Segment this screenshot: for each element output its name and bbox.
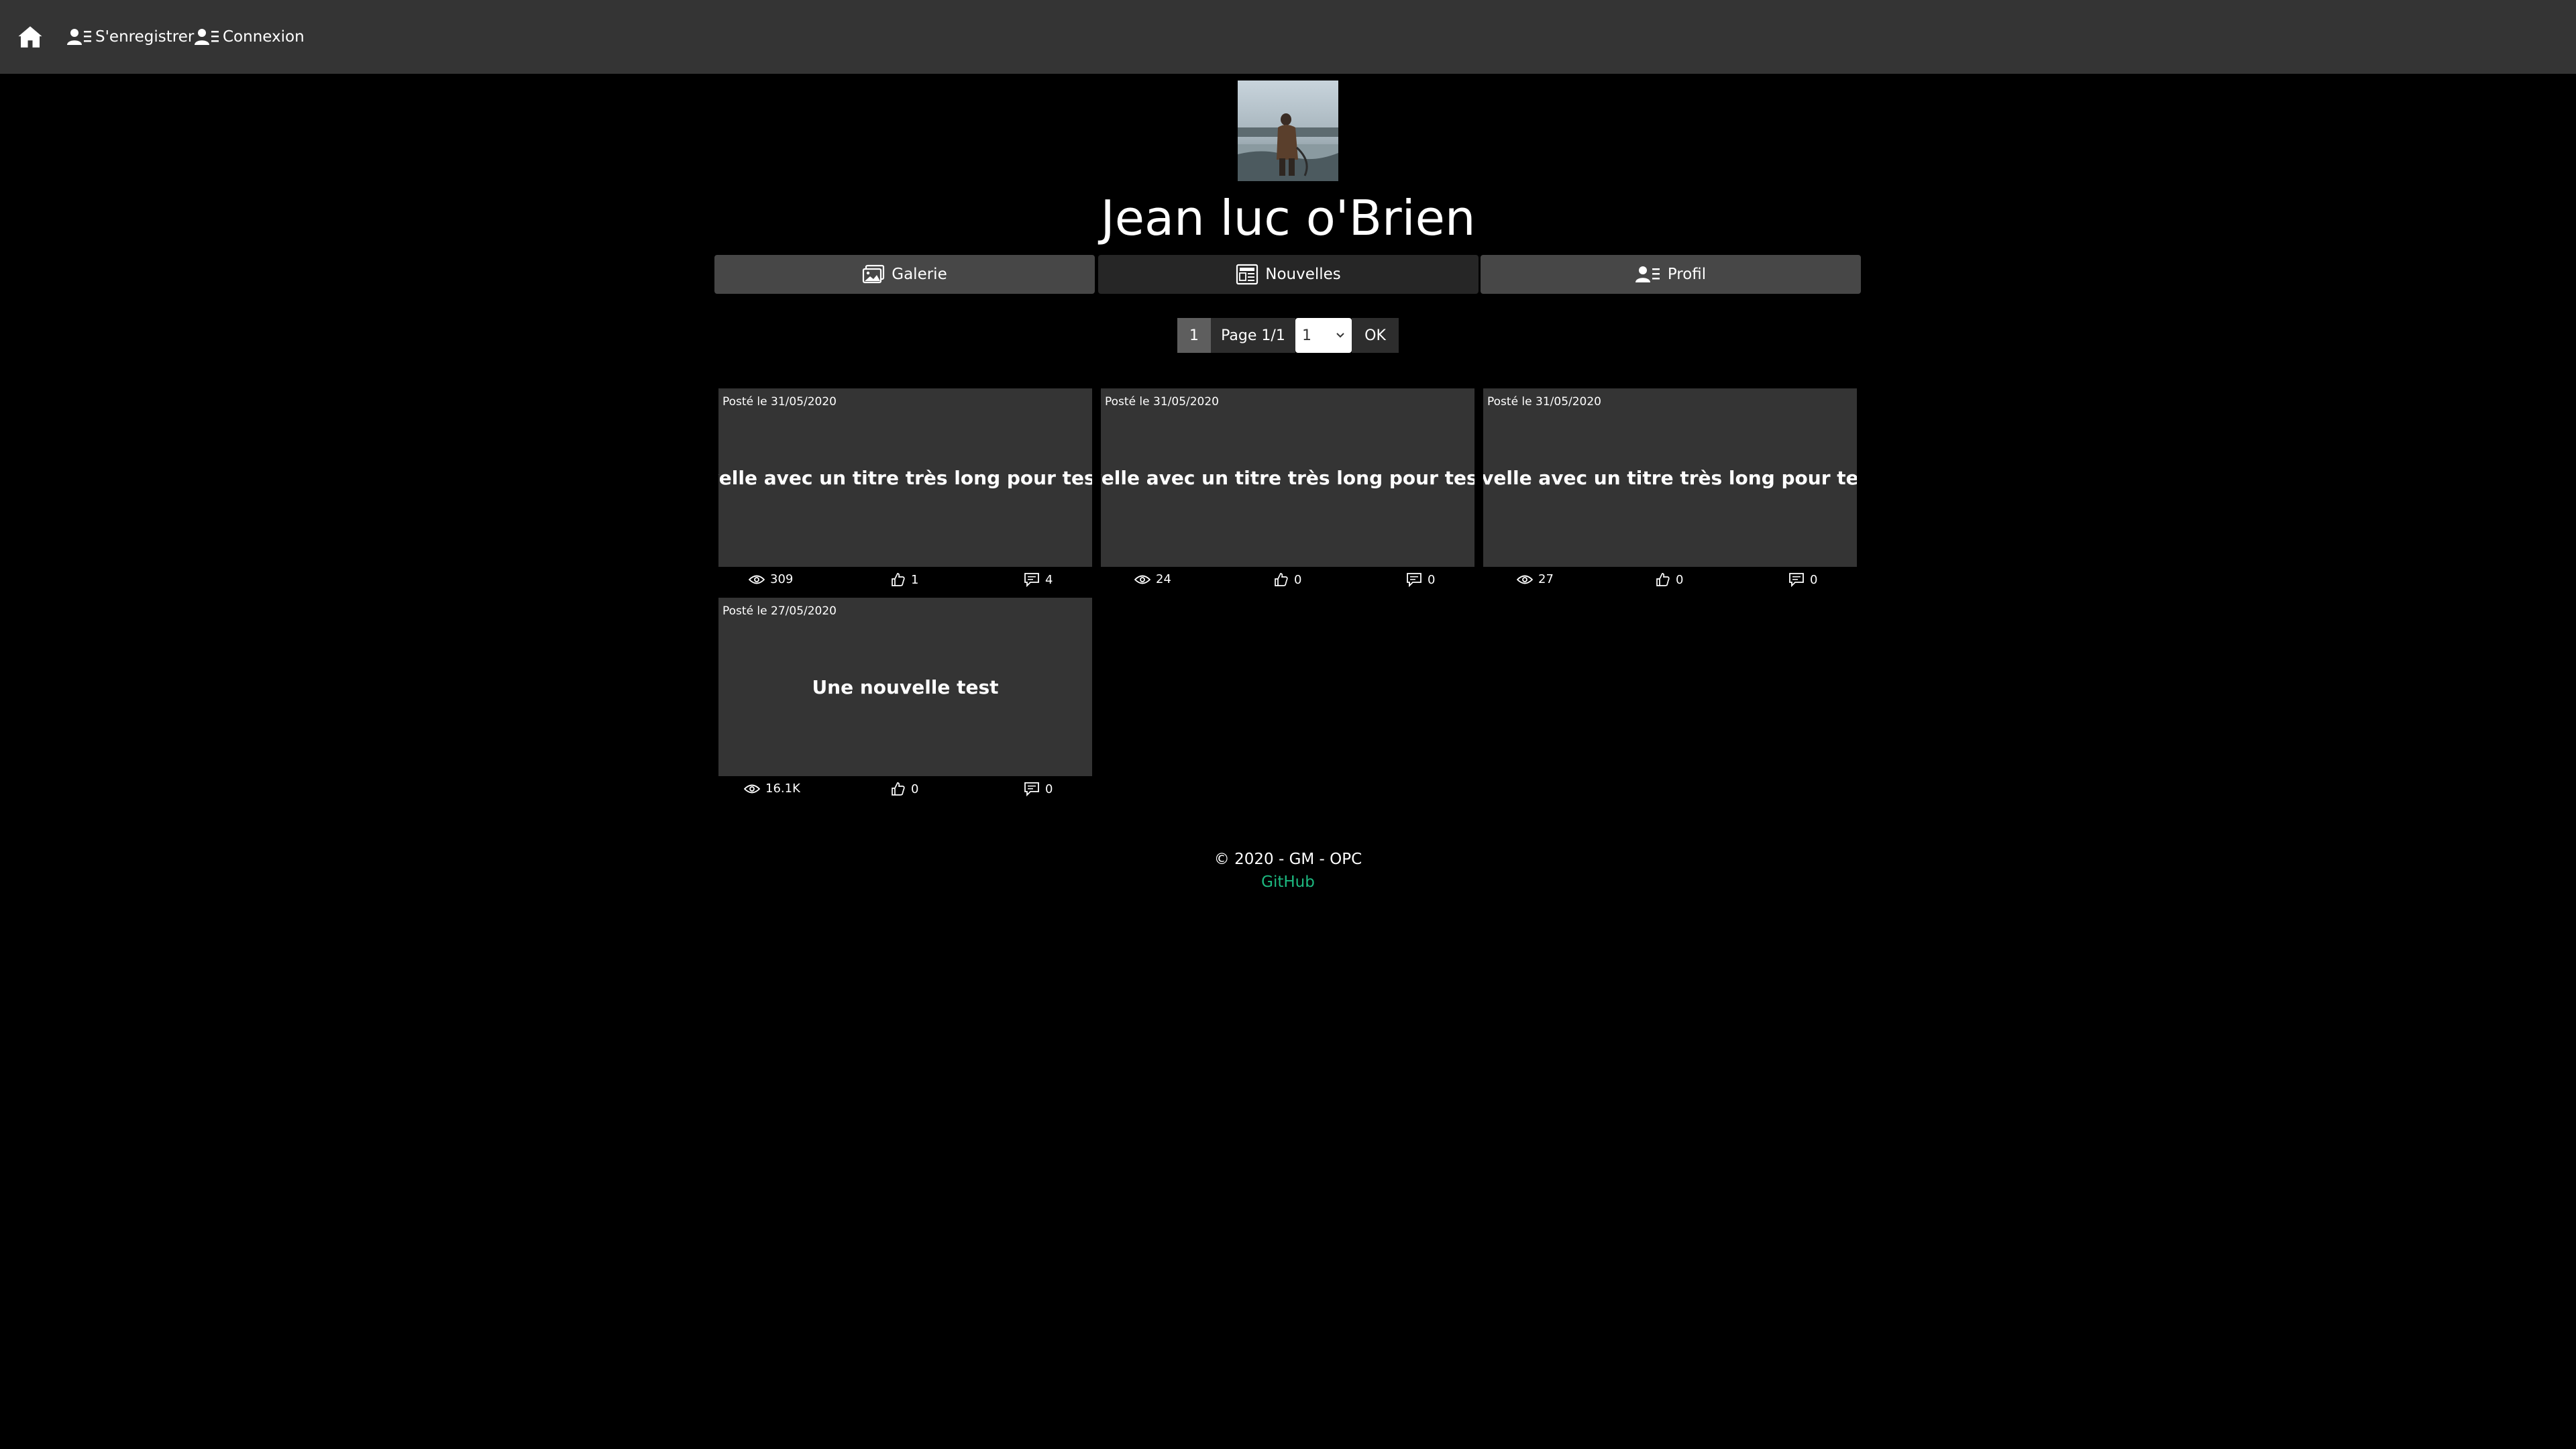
likes-count: 1 bbox=[911, 572, 919, 587]
comment-icon bbox=[1789, 573, 1804, 587]
news-title: Nouvelle avec un titre très long pour te… bbox=[1483, 466, 1857, 489]
comment-icon bbox=[1024, 573, 1039, 587]
page-select[interactable]: 1 bbox=[1295, 318, 1352, 353]
news-card-body[interactable]: Une nouvelle test Posté le 27/05/2020 bbox=[718, 598, 1092, 776]
news-date: Posté le 27/05/2020 bbox=[722, 604, 837, 618]
gallery-icon bbox=[863, 264, 885, 284]
footer: © 2020 - GM - OPC GitHub bbox=[1087, 848, 1489, 894]
tab-profil-label: Profil bbox=[1667, 266, 1707, 283]
views-stat: 24 bbox=[1134, 572, 1171, 586]
tab-galerie-label: Galerie bbox=[892, 266, 947, 283]
news-card[interactable]: Nouvelle avec un titre très long pour te… bbox=[1101, 388, 1474, 592]
user-card-icon bbox=[1635, 266, 1660, 282]
comments-stat: 0 bbox=[1406, 572, 1435, 587]
likes-stat: 0 bbox=[891, 782, 918, 796]
pagination: 1 Page 1/1 1 OK bbox=[1177, 318, 1399, 353]
avatar bbox=[1238, 80, 1338, 181]
comments-stat: 4 bbox=[1024, 572, 1053, 587]
likes-count: 0 bbox=[911, 782, 919, 796]
news-card-body[interactable]: Nouvelle avec un titre très long pour te… bbox=[718, 388, 1092, 567]
thumbs-up-icon bbox=[1656, 573, 1670, 586]
views-count: 24 bbox=[1156, 572, 1171, 586]
login-label: Connexion bbox=[223, 28, 305, 46]
views-count: 16.1K bbox=[765, 782, 800, 796]
thumbs-up-icon bbox=[892, 573, 905, 586]
eye-icon bbox=[749, 575, 765, 584]
page-select-value: 1 bbox=[1302, 327, 1311, 344]
register-label: S'enregistrer bbox=[95, 28, 195, 46]
likes-stat: 1 bbox=[891, 572, 918, 587]
news-date: Posté le 31/05/2020 bbox=[1105, 395, 1219, 409]
page-title: Jean luc o'Brien bbox=[1100, 190, 1476, 246]
news-stats: 16.1K 0 0 bbox=[718, 776, 1092, 802]
news-title: Une nouvelle test bbox=[812, 676, 999, 698]
page-button-current[interactable]: 1 bbox=[1177, 318, 1211, 353]
chevron-down-icon bbox=[1336, 333, 1344, 338]
views-count: 309 bbox=[770, 572, 794, 586]
tab-galerie[interactable]: Galerie bbox=[714, 255, 1095, 294]
news-card-body[interactable]: Nouvelle avec un titre très long pour te… bbox=[1101, 388, 1474, 567]
news-card[interactable]: Une nouvelle test Posté le 27/05/2020 16… bbox=[718, 598, 1092, 802]
news-stats: 27 0 0 bbox=[1483, 567, 1857, 592]
news-card[interactable]: Nouvelle avec un titre très long pour te… bbox=[718, 388, 1092, 592]
views-count: 27 bbox=[1538, 572, 1554, 586]
views-stat: 27 bbox=[1517, 572, 1554, 586]
page-ok-button[interactable]: OK bbox=[1352, 318, 1399, 353]
comments-count: 0 bbox=[1810, 572, 1818, 587]
home-icon[interactable] bbox=[16, 23, 44, 51]
page-indicator: Page 1/1 bbox=[1211, 318, 1295, 353]
comment-icon bbox=[1407, 573, 1421, 587]
news-stats: 24 0 0 bbox=[1101, 567, 1474, 592]
likes-stat: 0 bbox=[1274, 572, 1301, 587]
thumbs-up-icon bbox=[1275, 573, 1288, 586]
likes-count: 0 bbox=[1294, 572, 1302, 587]
news-card-body[interactable]: Nouvelle avec un titre très long pour te… bbox=[1483, 388, 1857, 567]
comments-stat: 0 bbox=[1024, 782, 1053, 796]
comments-count: 4 bbox=[1045, 572, 1053, 587]
news-card[interactable]: Nouvelle avec un titre très long pour te… bbox=[1483, 388, 1857, 592]
tab-nouvelles-label: Nouvelles bbox=[1265, 266, 1341, 283]
footer-copyright: © 2020 - GM - OPC bbox=[1214, 851, 1362, 868]
top-navbar: S'enregistrer Connexion bbox=[0, 0, 2576, 74]
eye-icon bbox=[1517, 575, 1533, 584]
user-list-icon bbox=[195, 29, 219, 45]
user-list-icon bbox=[67, 29, 91, 45]
news-title: Nouvelle avec un titre très long pour te… bbox=[718, 466, 1092, 489]
views-stat: 16.1K bbox=[744, 782, 800, 796]
news-title: Nouvelle avec un titre très long pour te… bbox=[1101, 466, 1474, 489]
newspaper-icon bbox=[1236, 264, 1258, 285]
comment-icon bbox=[1024, 782, 1039, 796]
thumbs-up-icon bbox=[892, 782, 905, 796]
login-link[interactable]: Connexion bbox=[195, 24, 305, 50]
news-date: Posté le 31/05/2020 bbox=[722, 395, 837, 409]
likes-count: 0 bbox=[1676, 572, 1684, 587]
comments-count: 0 bbox=[1045, 782, 1053, 796]
views-stat: 309 bbox=[749, 572, 793, 586]
register-link[interactable]: S'enregistrer bbox=[67, 24, 194, 50]
comments-stat: 0 bbox=[1788, 572, 1817, 587]
github-link[interactable]: GitHub bbox=[1087, 871, 1489, 894]
tab-nouvelles[interactable]: Nouvelles bbox=[1098, 255, 1479, 294]
likes-stat: 0 bbox=[1656, 572, 1683, 587]
news-date: Posté le 31/05/2020 bbox=[1487, 395, 1601, 409]
eye-icon bbox=[744, 784, 760, 793]
comments-count: 0 bbox=[1428, 572, 1436, 587]
news-stats: 309 1 4 bbox=[718, 567, 1092, 592]
tab-profil[interactable]: Profil bbox=[1481, 255, 1861, 294]
eye-icon bbox=[1134, 575, 1150, 584]
